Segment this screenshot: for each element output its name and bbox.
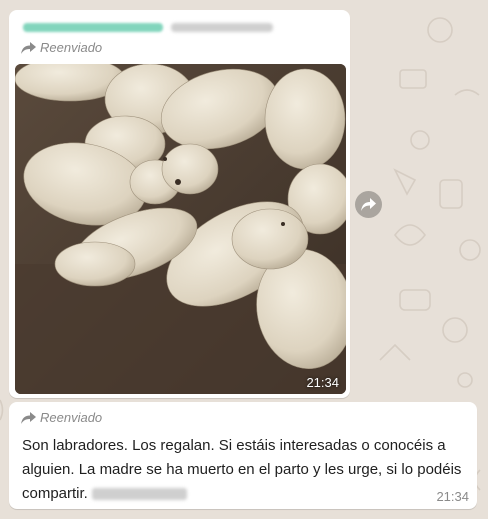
message-body: Son labradores. Los regalan. Si estáis i…: [22, 437, 462, 502]
forward-button[interactable]: [355, 191, 382, 218]
forwarded-label: Reenviado: [40, 40, 103, 55]
forwarded-indicator: Reenviado: [21, 410, 102, 425]
sender-name-redacted: [23, 19, 273, 35]
message-bubble-text[interactable]: Reenviado Son labradores. Los regalan. S…: [9, 402, 477, 509]
forwarded-icon: [21, 41, 36, 54]
forwarded-indicator: Reenviado: [21, 40, 102, 55]
photo-puppies[interactable]: 21:34: [15, 64, 346, 394]
forwarded-label: Reenviado: [40, 410, 103, 425]
photo-timestamp: 21:34: [306, 375, 339, 390]
message-text: Son labradores. Los regalan. Si estáis i…: [22, 434, 470, 506]
phone-number-redacted: [91, 488, 187, 501]
forwarded-icon: [21, 411, 36, 424]
message-bubble-photo[interactable]: Reenviado 21:34: [9, 10, 350, 398]
puppies-illustration: [15, 64, 346, 394]
forward-arrow-icon: [361, 198, 376, 211]
message-timestamp: 21:34: [436, 489, 469, 504]
